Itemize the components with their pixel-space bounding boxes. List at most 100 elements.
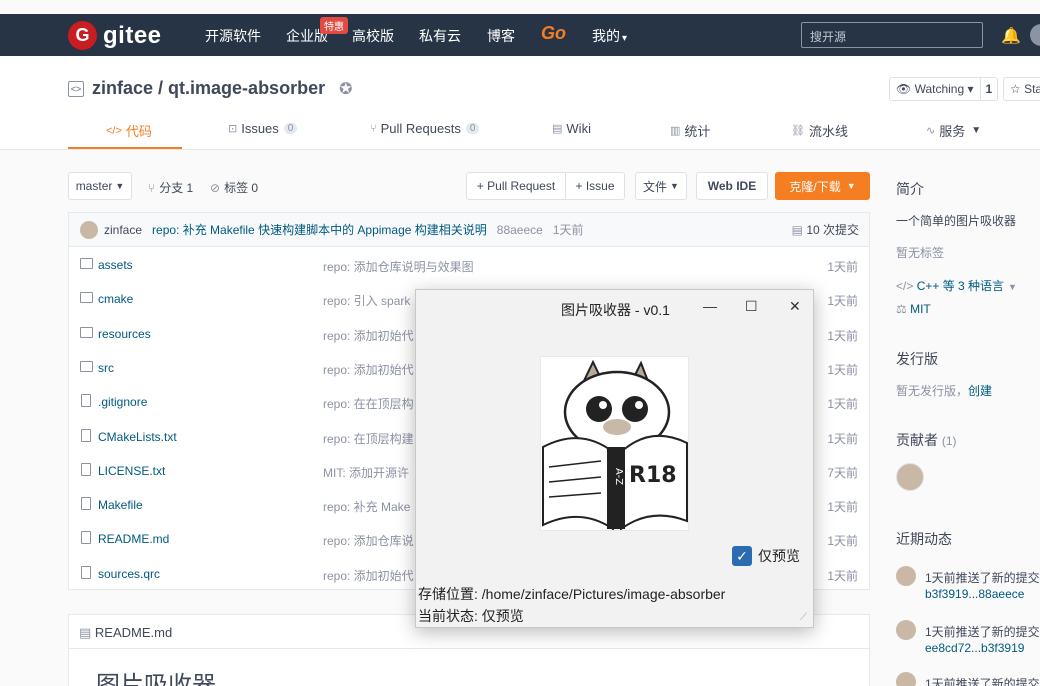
watch-button[interactable]: 👁 Watching ▾ 1 [889, 77, 999, 101]
tab-stats[interactable]: ▥ 统计 [670, 121, 710, 140]
file-name[interactable]: resources [98, 327, 151, 341]
preview-only-checkbox[interactable]: ✓ 仅预览 [732, 546, 800, 566]
tab-wiki[interactable]: ▤ Wiki [552, 121, 591, 136]
tab-services[interactable]: ∿ 服务 ▼ [926, 121, 981, 140]
commit-message[interactable]: repo: 补充 Makefile 快速构建脚本中的 Appimage 构建相关… [152, 221, 487, 238]
gitee-logo[interactable]: G gitee [68, 21, 162, 50]
avatar[interactable] [80, 220, 98, 239]
file-commit-time: 1天前 [827, 362, 858, 377]
sidebar-license[interactable]: ⚖ MIT [896, 302, 931, 316]
file-commit-message[interactable]: repo: 添加初始代 [323, 361, 414, 378]
avatar[interactable] [896, 463, 924, 491]
file-commit-message[interactable]: repo: 添加初始代 [323, 327, 414, 344]
tab-pr-label: Pull Requests [380, 121, 461, 136]
nav-private-cloud[interactable]: 私有云 [419, 26, 461, 46]
checkbox-checked-icon: ✓ [732, 546, 752, 566]
activity-text: 1天前推送了新的提交 [925, 571, 1040, 585]
avatar[interactable] [896, 620, 916, 640]
file-name[interactable]: README.md [98, 532, 169, 546]
nav-university[interactable]: 高校版 [352, 26, 394, 46]
nav-go[interactable]: Go [541, 23, 566, 44]
clone-download-button[interactable]: 克隆/下载 ▼ [775, 172, 870, 200]
window-titlebar[interactable]: 图片吸收器 - v0.1 — ☐ ✕ [416, 290, 813, 326]
file-commit-message[interactable]: repo: 在顶层构建 [323, 430, 414, 447]
repo-owner[interactable]: zinface [92, 78, 153, 99]
commit-count[interactable]: ▤ 10 次提交 [792, 221, 859, 238]
file-name[interactable]: Makefile [98, 498, 143, 512]
current-status: 当前状态: 仅预览 [418, 608, 524, 624]
file-name[interactable]: assets [98, 258, 133, 272]
readme-header-label: README.md [94, 625, 173, 640]
avatar[interactable] [896, 672, 916, 686]
file-commit-message[interactable]: repo: 在在顶层构 [323, 395, 414, 412]
chevron-down-icon: ▼ [846, 181, 856, 191]
watch-label: Watching [914, 82, 965, 96]
folder-icon [80, 326, 93, 338]
resize-grip-icon[interactable]: ⟋ [800, 612, 807, 623]
file-icon [81, 462, 91, 476]
file-name[interactable]: sources.qrc [98, 567, 160, 581]
activity-range[interactable]: ee8cd72...b3f3919 [925, 641, 1024, 655]
repo-name[interactable]: qt.image-absorber [168, 78, 325, 99]
file-name[interactable]: cmake [98, 292, 133, 306]
commit-history-icon: ▤ [791, 223, 807, 237]
minimize-icon[interactable]: — [703, 298, 717, 314]
avatar[interactable] [896, 566, 916, 586]
file-menu-button[interactable]: 文件 ▼ [635, 172, 687, 200]
file-commit-message[interactable]: repo: 引入 spark [323, 292, 410, 309]
tab-issues-label: Issues [241, 121, 279, 136]
file-commit-message[interactable]: repo: 补充 Make [323, 498, 410, 515]
close-icon[interactable]: ✕ [789, 298, 801, 315]
file-name[interactable]: LICENSE.txt [98, 464, 165, 478]
folder-icon [80, 292, 93, 304]
file-commit-time: 1天前 [827, 328, 858, 343]
sidebar-activity-heading: 近期动态 [896, 531, 952, 547]
chevron-down-icon: ▾ [622, 33, 628, 44]
user-avatar[interactable] [1030, 24, 1040, 46]
pull-request-icon: ⑂ [370, 122, 377, 135]
file-commit-message[interactable]: repo: 添加仓库说明与效果图 [323, 258, 474, 275]
file-name[interactable]: src [98, 361, 114, 375]
create-release-link[interactable]: 创建 [968, 384, 992, 398]
file-name[interactable]: .gitignore [98, 395, 147, 409]
tab-issues[interactable]: ⊡ Issues 0 [228, 121, 298, 136]
sidebar-language[interactable]: </> C++ 等 3 种语言 ▼ [896, 277, 1017, 294]
storage-path: 存储位置: /home/zinface/Pictures/image-absor… [418, 586, 726, 602]
folder-icon [80, 360, 93, 372]
commit-author[interactable]: zinface [104, 223, 142, 237]
file-menu-label: 文件 [643, 179, 668, 194]
nav-blog[interactable]: 博客 [487, 26, 515, 46]
nav-mine[interactable]: 我的 ▾ [592, 26, 627, 46]
file-icon [81, 428, 91, 442]
commit-count-label: 10 次提交 [806, 223, 859, 237]
book-spine-text: A-Z [613, 468, 624, 485]
branch-select[interactable]: master ▼ [68, 172, 132, 200]
branch-count[interactable]: ⑂ 分支 1 [148, 179, 193, 196]
search-input[interactable]: 搜开源 [801, 22, 983, 48]
bell-icon[interactable]: 🔔 [1001, 26, 1021, 46]
sidebar-license-label: MIT [910, 302, 931, 316]
table-row[interactable]: assets repo: 添加仓库说明与效果图 1天前 [69, 248, 869, 282]
new-pull-request-button[interactable]: + Pull Request [466, 172, 566, 200]
wiki-icon: ▤ [552, 123, 563, 135]
repo-title: <> zinface / qt.image-absorber ✪ [68, 78, 353, 99]
maximize-icon[interactable]: ☐ [745, 298, 758, 315]
nav-open-source[interactable]: 开源软件 [205, 26, 261, 46]
issues-count: 0 [283, 123, 298, 134]
certificate-icon: ✪ [339, 80, 353, 98]
star-button[interactable]: ☆ Sta [1003, 77, 1040, 101]
file-name[interactable]: CMakeLists.txt [98, 430, 177, 444]
activity-range[interactable]: b3f3919...88aeece [925, 587, 1024, 601]
file-commit-time: 1天前 [827, 534, 858, 549]
tab-pipeline[interactable]: ⛓ 流水线 [791, 121, 848, 140]
commit-sha[interactable]: 88aeece [497, 223, 543, 237]
tab-pull-requests[interactable]: ⑂ Pull Requests 0 [370, 121, 480, 136]
latest-commit: zinface repo: 补充 Makefile 快速构建脚本中的 Appim… [69, 213, 869, 247]
file-commit-message[interactable]: MIT: 添加开源许 [323, 464, 409, 481]
file-commit-message[interactable]: repo: 添加仓库说 [323, 532, 414, 549]
tag-count[interactable]: ⊘ 标签 0 [210, 179, 258, 196]
new-issue-button[interactable]: + Issue [565, 172, 625, 200]
file-commit-message[interactable]: repo: 添加初始代 [323, 567, 414, 584]
web-ide-button[interactable]: Web IDE [696, 172, 768, 200]
tab-code[interactable]: </> 代码 [106, 121, 152, 140]
